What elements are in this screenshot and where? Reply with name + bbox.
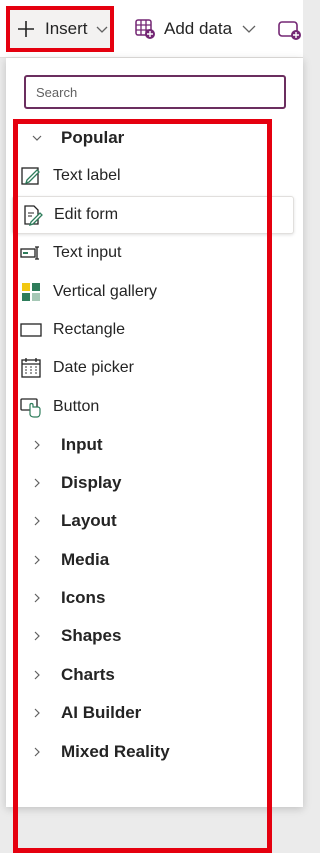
add-data-button[interactable]: Add data [134,6,256,52]
category-mixed-reality[interactable]: Mixed Reality [12,733,294,771]
button-icon [20,398,41,418]
insert-button[interactable]: Insert [6,6,114,52]
chevron-down-icon [242,25,256,33]
command-bar: Insert Add data [0,0,303,58]
chevron-right-icon [34,555,40,565]
item-label: Button [53,398,100,415]
category-label: Input [61,435,103,454]
chevron-right-icon [34,631,40,641]
category-label: Charts [61,665,115,684]
chevron-down-icon [32,135,42,141]
category-label: Layout [61,511,117,530]
edit-form-icon [24,205,43,226]
item-label: Text label [53,167,121,184]
new-screen-icon[interactable] [278,19,302,41]
category-label: Media [61,550,110,569]
vertical-gallery-icon [22,283,40,301]
category-shapes[interactable]: Shapes [12,617,294,655]
insert-item-button[interactable]: Button [12,388,294,426]
chevron-right-icon [34,440,40,450]
insert-item-date-picker[interactable]: Date picker [12,349,294,387]
plus-icon [18,21,34,37]
search-box[interactable] [24,75,286,109]
search-input[interactable] [26,77,284,107]
chevron-right-icon [34,708,40,718]
category-charts[interactable]: Charts [12,656,294,694]
category-label: Mixed Reality [61,742,170,761]
add-data-label: Add data [164,19,233,38]
chevron-right-icon [34,747,40,757]
text-input-icon [20,246,39,260]
category-display[interactable]: Display [12,464,294,502]
item-label: Text input [53,244,122,261]
category-media[interactable]: Media [12,541,294,579]
category-label: AI Builder [61,703,142,722]
rectangle-icon [20,323,42,337]
category-popular[interactable]: Popular [12,119,294,157]
insert-item-vertical-gallery[interactable]: Vertical gallery [12,273,294,311]
chevron-right-icon [34,593,40,603]
insert-dropdown-panel: Popular Text label Edit form Text input [6,58,303,853]
chevron-right-icon [34,516,40,526]
chevron-right-icon [34,670,40,680]
category-label: Popular [61,128,125,147]
table-add-icon [135,19,155,39]
date-picker-icon [21,358,41,378]
insert-item-rectangle[interactable]: Rectangle [12,311,294,349]
insert-item-text-input[interactable]: Text input [12,234,294,272]
chevron-down-icon [96,26,107,33]
insert-label: Insert [45,19,88,38]
insert-item-text-label[interactable]: Text label [12,157,294,195]
insert-item-edit-form[interactable]: Edit form [12,196,294,234]
category-ai-builder[interactable]: AI Builder [12,694,294,732]
category-icons[interactable]: Icons [12,579,294,617]
category-label: Display [61,473,122,492]
text-label-icon [21,167,40,185]
chevron-right-icon [34,478,40,488]
item-label: Rectangle [53,321,126,338]
category-label: Shapes [61,626,122,645]
category-layout[interactable]: Layout [12,502,294,540]
item-label: Edit form [54,206,119,223]
item-label: Vertical gallery [53,283,158,300]
category-label: Icons [61,588,106,607]
category-input[interactable]: Input [12,426,294,464]
item-label: Date picker [53,359,134,376]
